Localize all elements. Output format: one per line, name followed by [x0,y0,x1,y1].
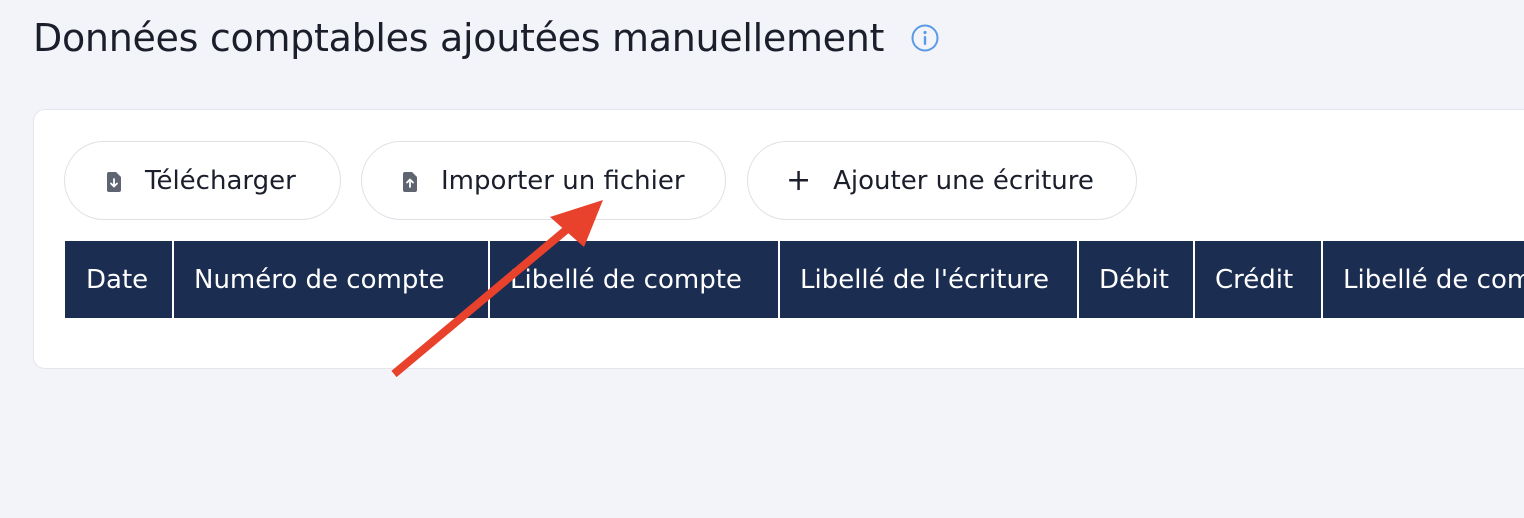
column-header-debit[interactable]: Débit [1079,241,1195,318]
column-header-credit[interactable]: Crédit [1195,241,1323,318]
download-button-label: Télécharger [145,165,296,196]
page: Données comptables ajoutées manuellement… [0,0,1524,518]
import-file-button[interactable]: Importer un fichier [361,141,726,220]
download-button[interactable]: Télécharger [64,141,341,220]
column-header-account-label[interactable]: Libellé de compte [490,241,780,318]
plus-icon: + [786,162,812,198]
import-file-button-label: Importer un fichier [441,165,685,196]
info-icon[interactable] [910,23,940,53]
page-header: Données comptables ajoutées manuellement [33,8,940,68]
column-header-entry-label[interactable]: Libellé de l'écriture [780,241,1079,318]
file-download-icon [103,170,125,192]
add-entry-button-label: Ajouter une écriture [833,165,1094,196]
file-upload-icon [399,170,421,192]
column-header-account-label-2[interactable]: Libellé de compte [1323,241,1524,318]
column-header-date[interactable]: Date [66,241,174,318]
column-header-account-number[interactable]: Numéro de compte [174,241,490,318]
table-header-row: Date Numéro de compte Libellé de compte … [65,241,1524,318]
add-entry-button[interactable]: + Ajouter une écriture [747,141,1137,220]
page-title: Données comptables ajoutées manuellement [33,16,885,60]
